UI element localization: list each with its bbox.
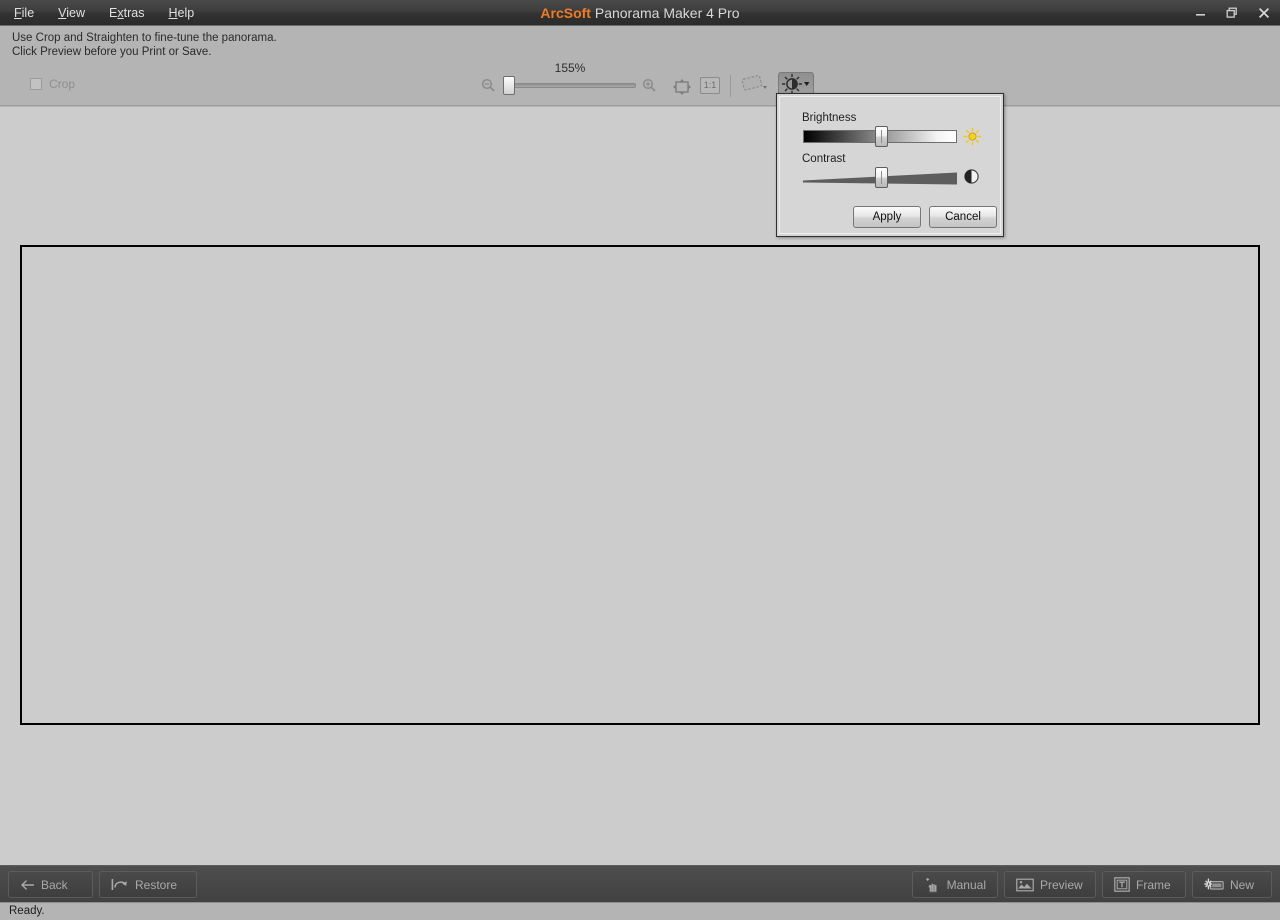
contrast-circle-icon <box>963 168 980 190</box>
contrast-label: Contrast <box>802 153 846 165</box>
brightness-slider-thumb[interactable] <box>875 126 888 147</box>
restore-label: Restore <box>135 877 178 892</box>
toolbar: Crop 155% 1:1 <box>0 61 1280 162</box>
apply-button[interactable]: Apply <box>853 206 921 228</box>
instruction-line-2: Click Preview before you Print or Save. <box>12 46 212 58</box>
crop-checkbox[interactable] <box>30 78 42 90</box>
manual-label: Manual <box>946 877 986 892</box>
canvas-area <box>0 107 1280 865</box>
sun-icon <box>963 127 982 151</box>
restore-icon[interactable] <box>1222 3 1242 23</box>
menu-file[interactable]: File <box>14 6 34 20</box>
crop-checkbox-group[interactable]: Crop <box>30 77 75 91</box>
zoom-in-icon[interactable] <box>642 78 657 98</box>
menu-file-accel: F <box>14 6 22 20</box>
status-text: Ready. <box>9 905 45 917</box>
instruction-text: Use Crop and Straighten to fine-tune the… <box>0 26 1280 66</box>
zoom-slider-track[interactable] <box>505 83 636 88</box>
new-burst-icon <box>1204 878 1224 890</box>
back-button[interactable]: Back <box>8 871 93 898</box>
contrast-slider-thumb[interactable] <box>875 167 888 188</box>
image-preview-icon <box>1016 878 1034 891</box>
zoom-out-icon[interactable] <box>481 78 496 98</box>
close-icon[interactable] <box>1254 3 1274 23</box>
menu-help-accel: H <box>168 6 178 20</box>
menu-help[interactable]: Help <box>168 6 194 20</box>
preview-label: Preview <box>1040 877 1083 892</box>
zoom-slider-thumb[interactable] <box>503 76 515 95</box>
menu-extras[interactable]: Extras <box>109 6 144 20</box>
menu-view-label: iew <box>66 6 86 20</box>
popup-buttons: Apply Cancel <box>853 206 997 228</box>
status-bar: Ready. <box>0 902 1280 920</box>
brand-name: ArcSoft <box>540 5 591 21</box>
new-button[interactable]: New <box>1192 871 1272 898</box>
toolbar-separator <box>730 75 731 97</box>
product-name: Panorama Maker 4 Pro <box>590 5 740 21</box>
menu-bar: File View Extras Help <box>0 0 194 26</box>
panorama-image[interactable] <box>22 247 1258 723</box>
bottom-right-buttons: Manual Preview Frame New <box>912 871 1272 898</box>
rotate-dropdown-button[interactable] <box>740 72 770 96</box>
brightness-contrast-popup: Brightness Contrast Apply Cancel <box>776 93 1004 237</box>
menu-extras-label: tras <box>123 6 145 20</box>
hand-plus-icon <box>926 877 937 892</box>
panorama-frame <box>20 245 1260 725</box>
minimize-icon[interactable] <box>1190 3 1210 23</box>
menu-help-label: elp <box>177 6 195 20</box>
frame-button[interactable]: Frame <box>1102 871 1186 898</box>
panorama-canvas <box>22 247 1258 723</box>
brightness-label: Brightness <box>802 112 857 124</box>
undo-icon <box>111 879 127 890</box>
actual-size-button[interactable]: 1:1 <box>700 77 720 94</box>
bottom-left-buttons: Back Restore <box>8 871 197 898</box>
preview-button[interactable]: Preview <box>1004 871 1096 898</box>
crop-label: Crop <box>49 77 76 91</box>
bottom-toolbar: Back Restore Manual Preview Frame New <box>0 865 1280 902</box>
cancel-button[interactable]: Cancel <box>929 206 997 228</box>
instruction-line-1: Use Crop and Straighten to fine-tune the… <box>12 32 277 44</box>
menu-file-label: ile <box>21 6 35 20</box>
back-label: Back <box>41 877 68 892</box>
manual-button[interactable]: Manual <box>912 871 998 898</box>
frame-text-icon <box>1114 877 1130 892</box>
menu-view[interactable]: View <box>58 6 85 20</box>
application-window: ArcSoft Panorama Maker 4 Pro File View E… <box>0 0 1280 920</box>
arrow-left-icon <box>20 879 34 890</box>
new-label: New <box>1230 877 1255 892</box>
frame-label: Frame <box>1136 877 1171 892</box>
fit-to-window-icon[interactable] <box>670 77 692 95</box>
zoom-percent-label: 155% <box>554 61 586 75</box>
restore-button[interactable]: Restore <box>99 871 197 898</box>
window-controls <box>1190 0 1274 26</box>
